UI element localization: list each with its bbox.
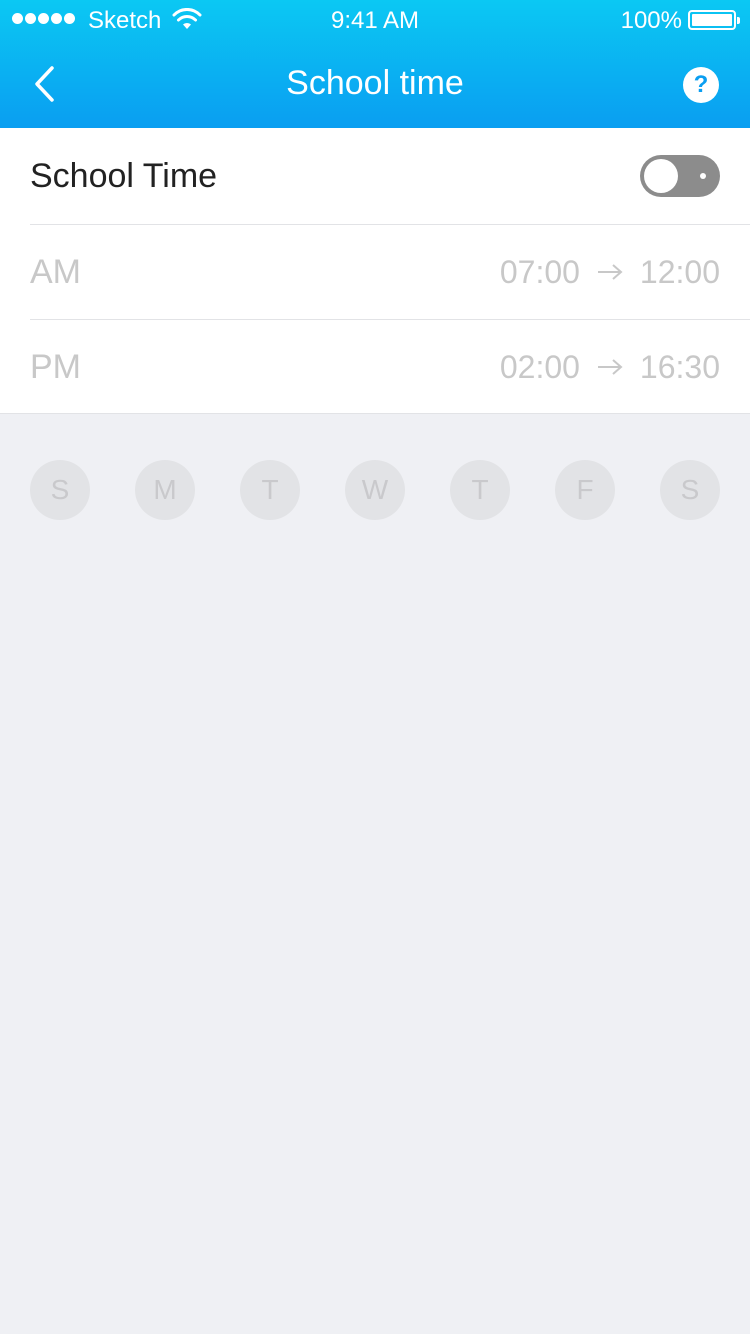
toggle-off-indicator <box>700 173 706 179</box>
battery-icon <box>688 10 740 30</box>
day-wednesday[interactable]: W <box>345 460 405 520</box>
school-time-toggle-row: School Time <box>30 128 750 224</box>
pm-label: PM <box>30 347 81 386</box>
am-time-row[interactable]: AM 07:00 12:00 <box>30 224 750 319</box>
day-sunday[interactable]: S <box>30 460 90 520</box>
school-time-toggle[interactable] <box>640 155 720 197</box>
page-title: School time <box>286 64 464 102</box>
help-icon[interactable]: ? <box>683 67 719 103</box>
am-time-range: 07:00 12:00 <box>500 225 720 319</box>
arrow-right-icon <box>580 352 640 382</box>
school-time-settings: School Time AM 07:00 12:00 PM 02:00 16:3… <box>0 128 750 414</box>
toggle-knob <box>644 159 678 193</box>
pm-time-range: 02:00 16:30 <box>500 320 720 414</box>
status-bar: Sketch 9:41 AM 100% <box>0 0 750 40</box>
am-label: AM <box>30 252 81 291</box>
pm-end-time: 16:30 <box>639 348 720 385</box>
pm-start-time: 02:00 <box>499 348 580 385</box>
day-saturday[interactable]: S <box>660 460 720 520</box>
battery-percentage: 100% <box>620 7 682 34</box>
day-monday[interactable]: M <box>135 460 195 520</box>
arrow-right-icon <box>580 257 640 287</box>
weekday-selector: S M T W T F S <box>30 460 720 520</box>
pm-time-row[interactable]: PM 02:00 16:30 <box>30 319 750 414</box>
am-end-time: 12:00 <box>639 253 720 290</box>
am-start-time: 07:00 <box>499 253 580 290</box>
day-thursday[interactable]: T <box>450 460 510 520</box>
app-header: Sketch 9:41 AM 100% School time ? <box>0 0 750 128</box>
day-tuesday[interactable]: T <box>240 460 300 520</box>
day-friday[interactable]: F <box>555 460 615 520</box>
school-time-label: School Time <box>30 156 218 195</box>
